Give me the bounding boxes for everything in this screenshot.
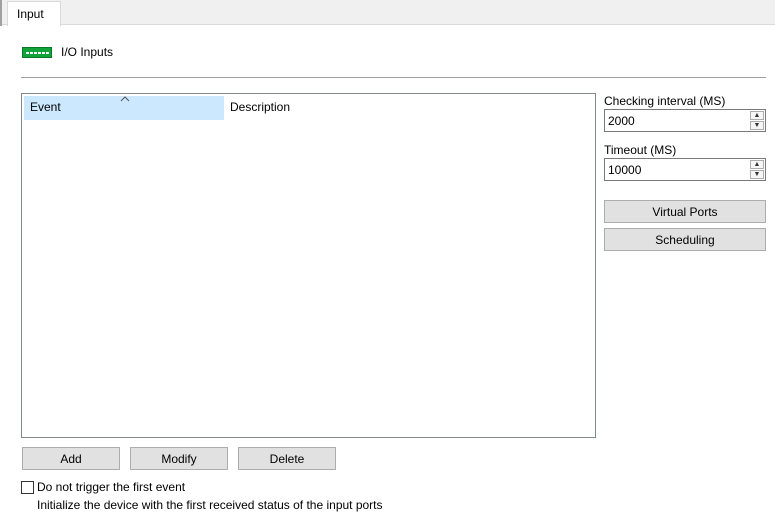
checking-interval-label: Checking interval (MS) (604, 94, 726, 108)
increment-up-icon[interactable]: ▲ (750, 160, 764, 169)
delete-button[interactable]: Delete (238, 447, 336, 470)
sort-ascending-icon (120, 96, 130, 102)
column-header-description[interactable]: Description (224, 96, 424, 120)
io-inputs-panel: Input I/O Inputs Event Description Check… (0, 0, 775, 522)
window-edge (0, 0, 2, 26)
checking-interval-input[interactable] (605, 110, 745, 131)
increment-up-icon[interactable]: ▲ (750, 111, 764, 120)
column-header-event-label: Event (30, 100, 61, 114)
timeout-stepper: ▲ ▼ (604, 158, 766, 181)
events-list[interactable]: Event Description (21, 93, 596, 438)
timeout-label: Timeout (MS) (604, 143, 677, 157)
tab-strip: Input (0, 0, 775, 26)
modify-button[interactable]: Modify (130, 447, 228, 470)
decrement-down-icon[interactable]: ▼ (750, 121, 764, 130)
io-ports-icon (22, 47, 52, 58)
column-header-description-label: Description (230, 100, 291, 114)
column-header-event[interactable]: Event (24, 96, 224, 120)
tab-input[interactable]: Input (7, 1, 61, 26)
scheduling-button[interactable]: Scheduling (604, 228, 766, 251)
skip-first-event-hint: Initialize the device with the first rec… (37, 498, 383, 512)
checking-interval-stepper: ▲ ▼ (604, 109, 766, 132)
timeout-input[interactable] (605, 159, 745, 180)
skip-first-event-label[interactable]: Do not trigger the first event (37, 480, 185, 494)
skip-first-event-checkbox[interactable] (21, 481, 34, 494)
page-title: I/O Inputs (61, 45, 114, 59)
decrement-down-icon[interactable]: ▼ (750, 170, 764, 179)
virtual-ports-button[interactable]: Virtual Ports (604, 200, 766, 223)
header-divider (21, 77, 766, 78)
add-button[interactable]: Add (22, 447, 120, 470)
